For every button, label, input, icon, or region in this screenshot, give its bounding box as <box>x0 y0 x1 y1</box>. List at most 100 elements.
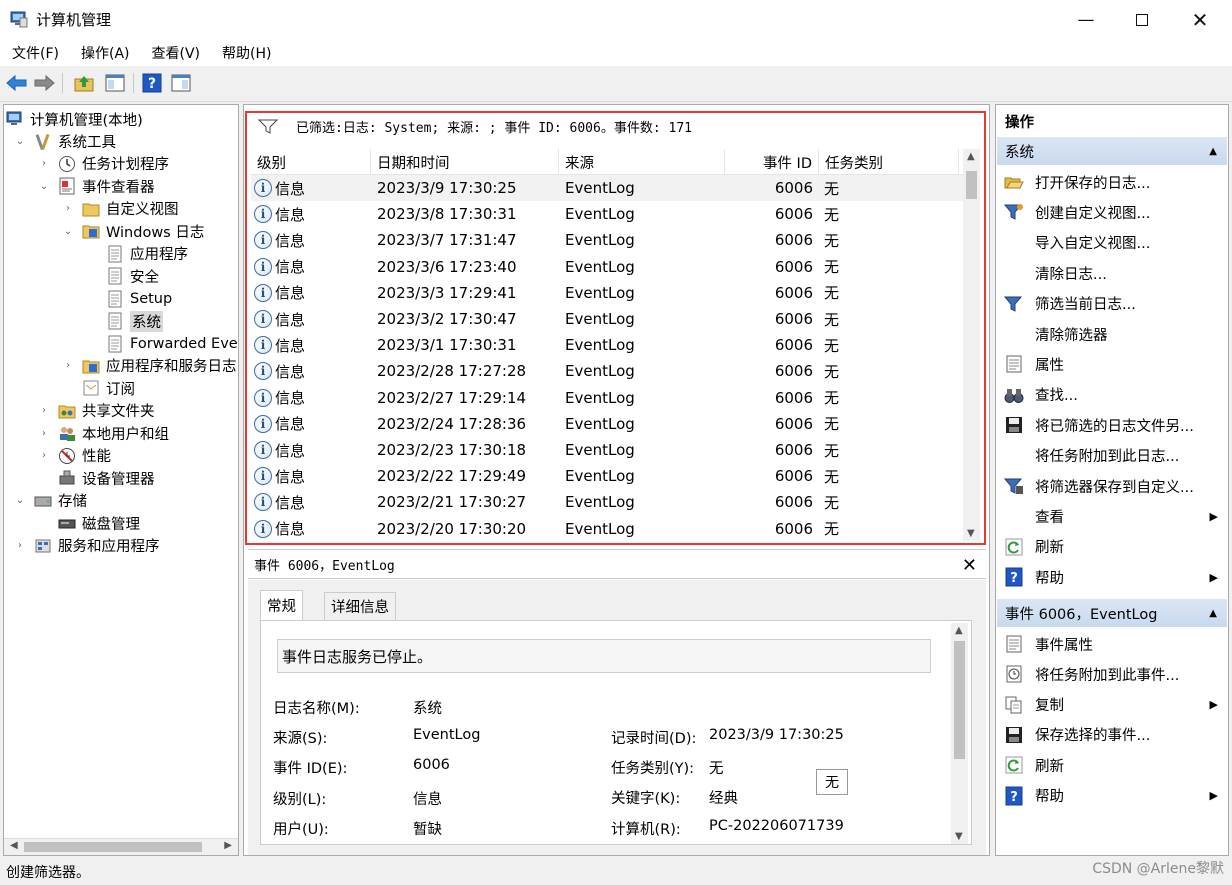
action-item[interactable]: 复制 ▶ <box>996 690 1228 720</box>
event-grid[interactable]: i 信息 2023/3/9 17:30:25 EventLog 6006 无 i… <box>251 175 964 541</box>
action-item[interactable]: 导入自定义视图... <box>996 228 1228 258</box>
tree-expander-icon[interactable]: ⌄ <box>38 181 50 192</box>
tree-node[interactable]: 系统 <box>86 310 163 332</box>
action-item[interactable]: 属性 <box>996 349 1228 379</box>
up-level-button[interactable] <box>73 72 95 94</box>
tree-node[interactable]: › 自定义视图 <box>62 198 179 220</box>
action-item[interactable]: ? 帮助 ▶ <box>996 562 1228 592</box>
column-header-event-id[interactable]: 事件 ID <box>725 149 819 175</box>
tree-node[interactable]: ⌄ Windows 日志 <box>62 220 205 242</box>
tree-node[interactable]: ⌄ 系统工具 <box>14 130 116 152</box>
column-header-level[interactable]: 级别 <box>251 149 371 175</box>
tree-node[interactable]: ⌄ 存储 <box>14 490 87 512</box>
tree-node[interactable]: 安全 <box>86 265 159 287</box>
event-grid-scrollbar[interactable]: ▲ ▼ <box>963 149 980 541</box>
tree-node[interactable]: › 任务计划程序 <box>38 153 169 175</box>
close-window-button[interactable]: ✕ <box>1172 0 1228 40</box>
action-item[interactable]: 将任务附加到此事件... <box>996 659 1228 689</box>
table-row[interactable]: i 信息 2023/2/24 17:28:36 EventLog 6006 无 <box>251 411 964 437</box>
menu-help[interactable]: 帮助(H) <box>210 40 281 66</box>
event-grid-scroll-thumb[interactable] <box>966 171 977 199</box>
show-hide-tree-button[interactable] <box>104 72 126 94</box>
section-header-system[interactable]: 系统 ▲ <box>997 137 1227 165</box>
action-item[interactable]: 将筛选器保存到自定义... <box>996 471 1228 501</box>
tree-node[interactable]: 应用程序 <box>86 243 188 265</box>
forward-button[interactable] <box>33 72 55 94</box>
tree-node[interactable]: 计算机管理(本地) <box>6 108 143 130</box>
tree-node[interactable]: Forwarded Even <box>86 333 238 355</box>
tree-expander-icon[interactable]: ⌄ <box>14 136 26 147</box>
action-item[interactable]: 事件属性 <box>996 629 1228 659</box>
tree-expander-icon[interactable]: ⌄ <box>62 226 74 237</box>
action-item[interactable]: 刷新 <box>996 532 1228 562</box>
table-row[interactable]: i 信息 2023/2/22 17:29:49 EventLog 6006 无 <box>251 463 964 489</box>
table-row[interactable]: i 信息 2023/2/21 17:30:27 EventLog 6006 无 <box>251 489 964 515</box>
table-row[interactable]: i 信息 2023/3/3 17:29:41 EventLog 6006 无 <box>251 280 964 306</box>
detail-scroll-thumb[interactable] <box>954 641 965 759</box>
tree-node[interactable]: 订阅 <box>62 377 135 399</box>
action-item[interactable]: 将已筛选的日志文件另... <box>996 410 1228 440</box>
action-item[interactable]: 创建自定义视图... <box>996 197 1228 227</box>
action-item[interactable]: 刷新 <box>996 750 1228 780</box>
tree-node[interactable]: › 性能 <box>38 445 111 467</box>
table-row[interactable]: i 信息 2023/3/7 17:31:47 EventLog 6006 无 <box>251 227 964 253</box>
table-row[interactable]: i 信息 2023/2/20 17:30:20 EventLog 6006 无 <box>251 516 964 541</box>
tree-node[interactable]: 磁盘管理 <box>38 512 140 534</box>
table-row[interactable]: i 信息 2023/2/23 17:30:18 EventLog 6006 无 <box>251 437 964 463</box>
tree-expander-icon[interactable]: › <box>38 450 50 461</box>
minimize-button[interactable]: — <box>1058 0 1114 40</box>
tree-node[interactable]: › 共享文件夹 <box>38 400 155 422</box>
status-text: 创建筛选器。 <box>6 864 90 881</box>
tree-expander-icon[interactable]: › <box>38 428 50 439</box>
tree-node[interactable]: ⌄ 事件查看器 <box>38 175 155 197</box>
action-item[interactable]: ? 帮助 ▶ <box>996 781 1228 811</box>
tree-node[interactable]: › 服务和应用程序 <box>14 535 160 557</box>
tree-expander-icon[interactable]: › <box>38 158 50 169</box>
close-icon: ✕ <box>1191 8 1209 32</box>
tree-expander-icon[interactable]: › <box>62 360 74 371</box>
column-header-datetime[interactable]: 日期和时间 <box>371 149 559 175</box>
action-label: 帮助 <box>1035 570 1064 587</box>
tree-expander-icon[interactable]: › <box>14 540 26 551</box>
tree-expander-icon[interactable]: › <box>62 203 74 214</box>
tree-node[interactable]: Setup <box>86 288 172 310</box>
table-row[interactable]: i 信息 2023/3/6 17:23:40 EventLog 6006 无 <box>251 254 964 280</box>
back-button[interactable] <box>6 72 28 94</box>
tree-expander-icon[interactable]: › <box>38 405 50 416</box>
table-row[interactable]: i 信息 2023/2/27 17:29:14 EventLog 6006 无 <box>251 385 964 411</box>
menu-view[interactable]: 查看(V) <box>140 40 211 66</box>
action-item[interactable]: 清除日志... <box>996 258 1228 288</box>
tree-node[interactable]: › 本地用户和组 <box>38 422 169 444</box>
table-row[interactable]: i 信息 2023/2/28 17:27:28 EventLog 6006 无 <box>251 358 964 384</box>
tree-horizontal-scrollbar[interactable]: ◀ ▶ <box>4 838 238 855</box>
tree-node[interactable]: 设备管理器 <box>38 467 155 489</box>
action-item[interactable]: 筛选当前日志... <box>996 289 1228 319</box>
column-header-source[interactable]: 来源 <box>559 149 725 175</box>
tab-details[interactable]: 详细信息 <box>324 592 396 620</box>
tree-node[interactable]: › 应用程序和服务日志 <box>62 355 237 377</box>
show-hide-action-pane-button[interactable] <box>170 72 192 94</box>
source-cell: EventLog <box>565 388 635 407</box>
close-detail-button[interactable]: ✕ <box>962 555 977 576</box>
table-row[interactable]: i 信息 2023/3/1 17:30:31 EventLog 6006 无 <box>251 332 964 358</box>
console-tree[interactable]: 计算机管理(本地) ⌄ 系统工具 › 任务计划程序 ⌄ 事件查看器 › 自定义视… <box>3 104 239 856</box>
table-row[interactable]: i 信息 2023/3/2 17:30:47 EventLog 6006 无 <box>251 306 964 332</box>
action-item[interactable]: 打开保存的日志... <box>996 167 1228 197</box>
table-row[interactable]: i 信息 2023/3/9 17:30:25 EventLog 6006 无 <box>251 175 964 202</box>
maximize-button[interactable] <box>1114 0 1170 40</box>
detail-scrollbar[interactable]: ▲ ▼ <box>951 623 968 844</box>
action-item[interactable]: 查找... <box>996 380 1228 410</box>
tab-general[interactable]: 常规 <box>260 590 303 620</box>
help-button[interactable]: ? <box>141 72 163 94</box>
section-header-event[interactable]: 事件 6006，EventLog ▲ <box>997 599 1227 627</box>
tree-scroll-thumb[interactable] <box>24 842 202 852</box>
table-row[interactable]: i 信息 2023/3/8 17:30:31 EventLog 6006 无 <box>251 201 964 227</box>
action-item[interactable]: 保存选择的事件... <box>996 720 1228 750</box>
action-item[interactable]: 查看 ▶ <box>996 501 1228 531</box>
tree-expander-icon[interactable]: ⌄ <box>14 495 26 506</box>
column-header-task-category[interactable]: 任务类别 <box>819 149 959 175</box>
action-item[interactable]: 将任务附加到此日志... <box>996 441 1228 471</box>
action-item[interactable]: 清除筛选器 <box>996 319 1228 349</box>
menu-file[interactable]: 文件(F) <box>0 40 69 66</box>
menu-action[interactable]: 操作(A) <box>69 40 140 66</box>
